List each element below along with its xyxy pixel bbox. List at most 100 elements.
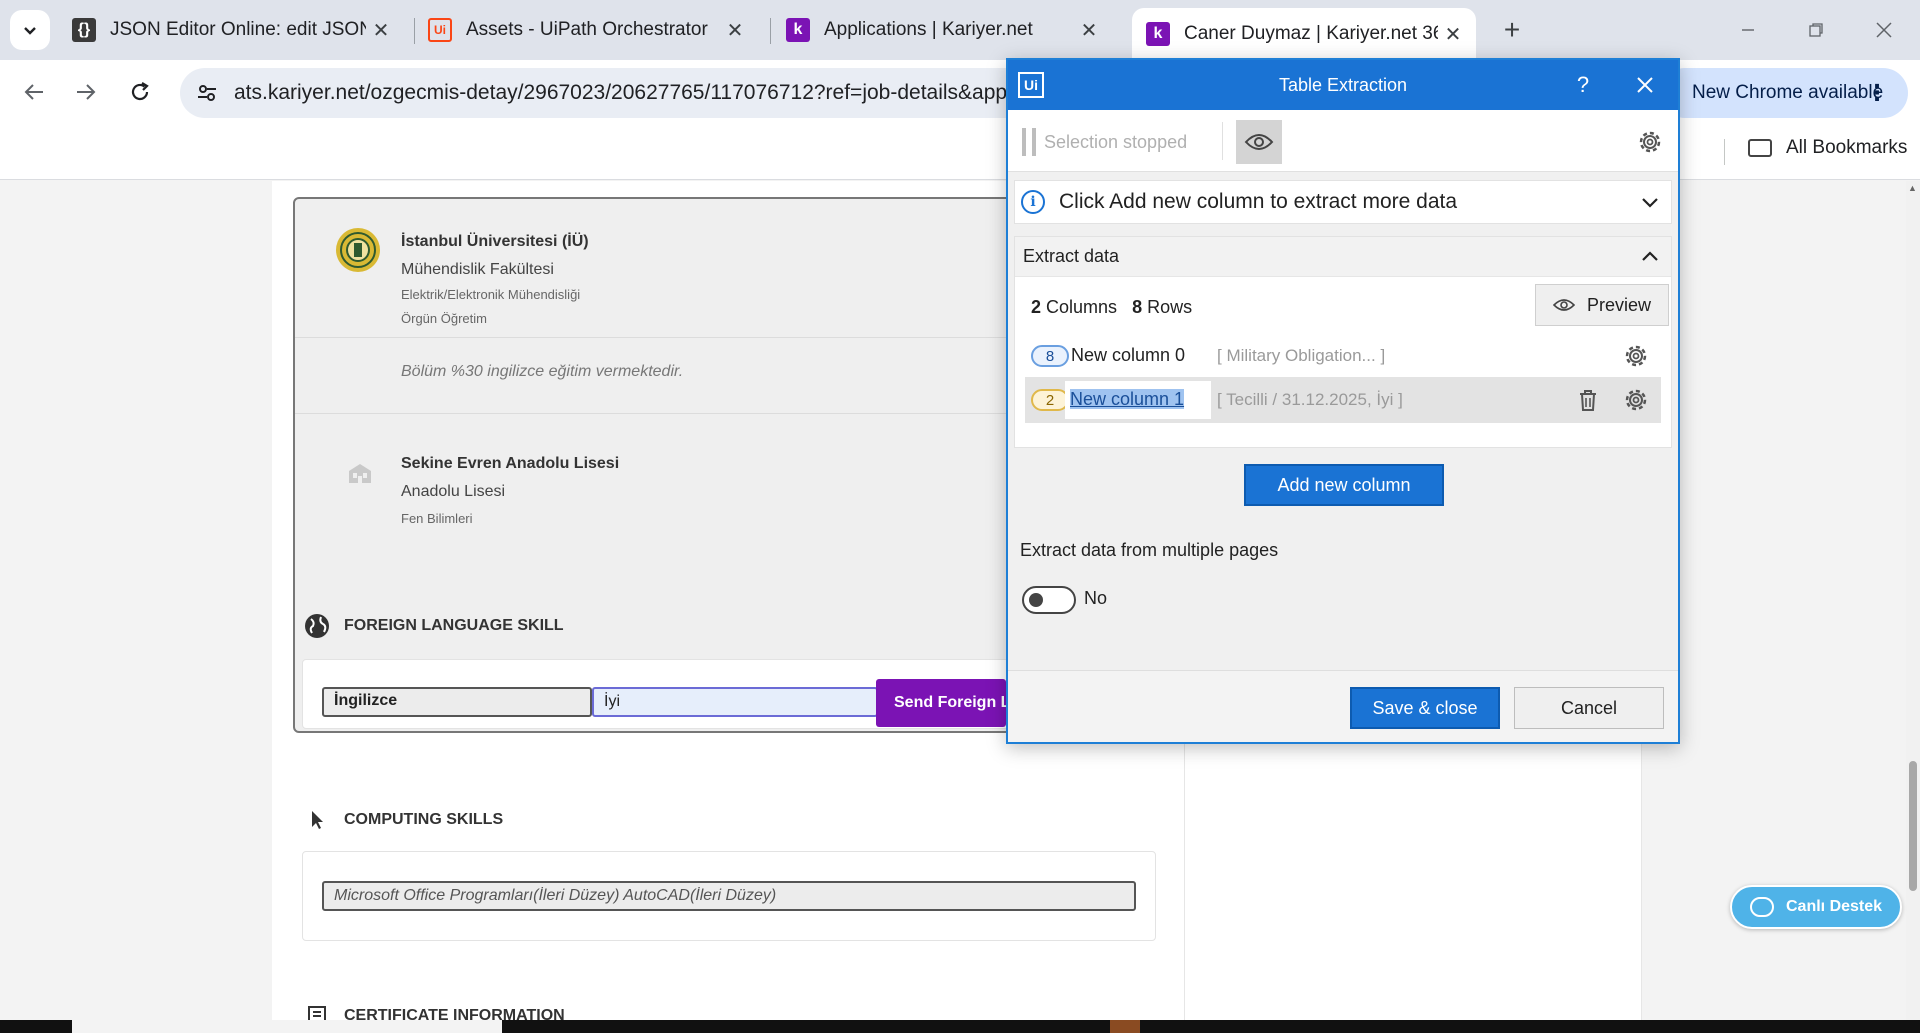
table-extraction-dialog: Ui Table Extraction ? Selection stopped … (1006, 58, 1680, 744)
page-scrollbar[interactable]: ▲ (1906, 181, 1920, 1020)
reload-button[interactable] (118, 70, 162, 114)
selection-status[interactable]: Selection stopped (1022, 128, 1187, 156)
save-and-close-button[interactable]: Save & close (1350, 687, 1500, 729)
selection-status-label: Selection stopped (1044, 131, 1188, 152)
trash-icon[interactable] (1575, 387, 1601, 413)
preview-label: Preview (1586, 294, 1652, 315)
new-tab-button[interactable]: + (1494, 12, 1530, 48)
taskbar-search-box[interactable] (72, 1020, 502, 1033)
globe-icon (302, 611, 332, 641)
kariyer-favicon: k (786, 18, 810, 42)
language-level-field[interactable]: İyi (592, 687, 878, 717)
minimize-button[interactable] (1718, 10, 1778, 50)
close-tab-icon[interactable]: ✕ (720, 15, 750, 45)
multi-pages-label: Extract data from multiple pages (1020, 540, 1279, 560)
site-settings-icon[interactable] (194, 80, 220, 106)
back-button[interactable] (12, 70, 56, 114)
settings-gear-icon[interactable] (1636, 128, 1664, 156)
tab-separator (770, 18, 771, 44)
multi-pages-toggle[interactable] (1022, 586, 1076, 614)
json-editor-favicon: {} (72, 18, 96, 42)
info-message-bar[interactable]: i Click Add new column to extract more d… (1014, 180, 1672, 224)
selection-toolbar: Selection stopped (1008, 110, 1678, 172)
tab-search-button[interactable] (10, 10, 50, 50)
send-foreign-language-button[interactable]: Send Foreign L (876, 679, 1006, 727)
tab-title: Caner Duymaz | Kariyer.net 360 (1184, 23, 1438, 44)
close-window-button[interactable] (1854, 10, 1914, 50)
taskbar-app-icon[interactable] (1110, 1020, 1140, 1033)
faculty-name: Mühendislik Fakültesi (401, 261, 554, 278)
folder-icon (1748, 139, 1772, 157)
cursor-icon (302, 805, 332, 835)
column-count-badge: 8 (1031, 345, 1069, 367)
extract-data-header[interactable]: Extract data (1015, 237, 1671, 277)
department-name: Elektrik/Elektronik Mühendisliği (401, 287, 581, 302)
live-support-button[interactable]: Canlı Destek (1730, 885, 1902, 929)
close-tab-icon[interactable]: ✕ (1438, 19, 1468, 49)
arrow-right-icon (77, 84, 96, 100)
cancel-button[interactable]: Cancel (1514, 687, 1664, 729)
section-title: FOREIGN LANGUAGE SKILL (344, 617, 564, 634)
all-bookmarks-button[interactable]: All Bookmarks (1748, 137, 1907, 159)
tab-title: Assets - UiPath Orchestrator (466, 19, 708, 40)
forward-button[interactable] (64, 70, 108, 114)
tab-kariyer-applications[interactable]: k Applications | Kariyer.net ✕ (772, 8, 1112, 52)
highlight-toggle-button[interactable] (1236, 120, 1282, 164)
tab-json-editor[interactable]: {} JSON Editor Online: edit JSON, ✕ (58, 8, 404, 52)
language-field[interactable]: İngilizce (322, 687, 592, 717)
computing-skills-field[interactable]: Microsoft Office Programları(İleri Düzey… (322, 881, 1136, 911)
new-chrome-label: New Chrome available (1692, 82, 1884, 103)
school-name: Sekine Evren Anadolu Lisesi (401, 455, 620, 472)
tab-kariyer-360[interactable]: k Caner Duymaz | Kariyer.net 360 ✕ (1132, 8, 1476, 60)
multi-pages-value: No (1084, 588, 1108, 608)
university-logo (336, 228, 380, 272)
computing-skills-heading: COMPUTING SKILLS (302, 805, 503, 835)
certificate-heading: CERTIFICATE INFORMATION (302, 1001, 565, 1020)
chat-bubble-icon (1750, 897, 1774, 917)
dialog-footer: Save & close Cancel (1008, 670, 1678, 742)
eye-icon (1552, 299, 1575, 311)
column-preview: [ Military Obligation... ] (1217, 346, 1386, 365)
column-row-selected[interactable]: 2 New column 1 [ Tecilli / 31.12.2025, İ… (1025, 377, 1661, 423)
column-row[interactable]: 8 New column 0 [ Military Obligation... … (1025, 333, 1661, 379)
rows-label: Rows (1147, 297, 1193, 317)
preview-button[interactable]: Preview (1535, 284, 1669, 326)
restore-button[interactable] (1786, 10, 1846, 50)
column-settings-gear-icon[interactable] (1623, 343, 1649, 369)
tab-uipath-assets[interactable]: Ui Assets - UiPath Orchestrator ✕ (414, 8, 758, 52)
arrow-left-icon (24, 84, 43, 100)
columns-count: 2 (1031, 297, 1042, 317)
scroll-up-icon[interactable]: ▲ (1908, 183, 1917, 193)
scrollbar-thumb[interactable] (1909, 761, 1917, 891)
tab-title: Applications | Kariyer.net (824, 19, 1033, 40)
divider (295, 413, 1051, 414)
chevron-down-icon (24, 27, 36, 35)
department-name: Fen Bilimleri (401, 511, 473, 526)
tab-title: JSON Editor Online: edit JSON, (110, 19, 366, 40)
eye-icon (1244, 134, 1274, 150)
toolbar-separator (1222, 122, 1223, 160)
column-name-selected-text: New column 1 (1070, 389, 1185, 409)
bookmarks-divider (1724, 139, 1725, 165)
close-tab-icon[interactable]: ✕ (366, 15, 396, 45)
close-dialog-button[interactable] (1630, 70, 1660, 100)
column-count-badge: 2 (1031, 389, 1069, 411)
section-title: COMPUTING SKILLS (344, 811, 504, 828)
chevron-down-icon[interactable] (1639, 191, 1661, 213)
more-menu-icon[interactable]: ⋮ (1866, 80, 1888, 106)
foreign-language-heading: FOREIGN LANGUAGE SKILL (302, 611, 564, 641)
column-settings-gear-icon[interactable] (1623, 387, 1649, 413)
column-name[interactable]: New column 0 (1071, 345, 1185, 366)
chevron-up-icon[interactable] (1639, 246, 1661, 268)
extract-data-panel: Extract data 2 Columns 8 Rows Preview 8 … (1014, 236, 1672, 448)
help-icon[interactable]: ? (1568, 70, 1598, 100)
close-tab-icon[interactable]: ✕ (1074, 15, 1104, 45)
school-name: İstanbul Üniversitesi (İÜ) (401, 233, 589, 250)
reload-icon (131, 82, 149, 101)
add-new-column-button[interactable]: Add new column (1244, 464, 1444, 506)
new-chrome-available-button[interactable]: New Chrome available ⋮ (1660, 68, 1908, 118)
column-preview: [ Tecilli / 31.12.2025, İyi ] (1217, 390, 1403, 409)
columns-label: Columns (1046, 297, 1118, 317)
column-name-input[interactable]: New column 1 (1065, 381, 1211, 419)
toggle-knob (1029, 593, 1043, 607)
